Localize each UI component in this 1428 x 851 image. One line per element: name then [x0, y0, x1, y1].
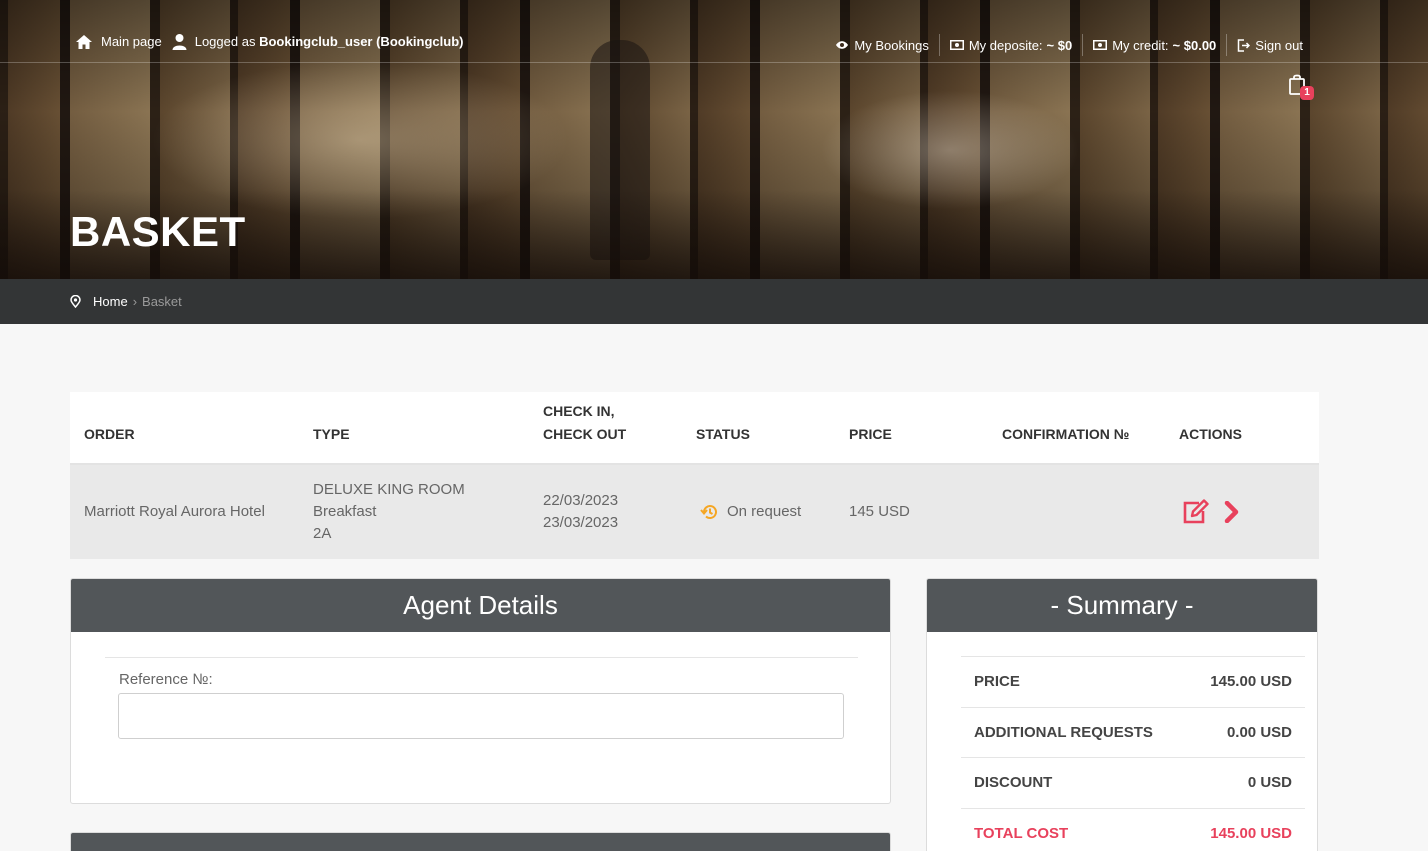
summary-label: DISCOUNT	[974, 774, 1053, 791]
user-icon	[172, 34, 187, 50]
breadcrumb: Home › Basket	[0, 279, 1428, 324]
next-panel	[70, 832, 891, 851]
cell-checkin: 22/03/2023	[543, 492, 619, 509]
basket-table: ORDER TYPE CHECK IN, CHECK OUT STATUS PR…	[70, 392, 1319, 559]
cell-price: 145 USD	[849, 503, 910, 520]
money-icon	[949, 40, 964, 50]
header-type: TYPE	[313, 426, 350, 442]
sign-out-icon	[1238, 38, 1251, 52]
money-icon	[1093, 40, 1108, 50]
cell-status: On request	[700, 465, 801, 559]
header-actions: ACTIONS	[1179, 426, 1242, 442]
page-title: BASKET	[70, 208, 246, 255]
topnav-divider	[0, 62, 1428, 63]
header-checkin-line2: CHECK OUT	[543, 426, 627, 442]
header-checkin: CHECK IN, CHECK OUT	[543, 392, 626, 463]
cart-count-badge: 1	[1300, 86, 1314, 100]
my-deposite-label: My deposite:	[968, 37, 1043, 53]
summary-value: 0.00 USD	[1226, 724, 1292, 741]
summary-label: TOTAL COST	[974, 825, 1069, 842]
topnav-right: My Bookings My deposite: ~ $0 My credit: ~…	[825, 34, 1313, 56]
cell-actions	[1182, 465, 1240, 559]
cell-order: Marriott Royal Aurora Hotel	[84, 503, 265, 520]
next-panel-header	[71, 833, 890, 851]
summary-label: ADDITIONAL REQUESTS	[974, 724, 1153, 741]
summary-row-discount: DISCOUNT 0 USD	[961, 757, 1305, 807]
logged-as: Logged as Bookingclub_user (Bookingclub)	[172, 33, 464, 50]
cell-type-board: Breakfast	[313, 503, 377, 520]
my-credit[interactable]: My credit: ~ $0.00	[1082, 34, 1226, 56]
summary-title: - Summary -	[927, 579, 1317, 632]
history-icon	[700, 505, 717, 520]
table-header: ORDER TYPE CHECK IN, CHECK OUT STATUS PR…	[70, 392, 1319, 465]
cell-dates: 22/03/2023 23/03/2023	[543, 465, 618, 559]
summary-row-price: PRICE 145.00 USD	[961, 656, 1305, 706]
logged-as-user: Bookingclub_user (Bookingclub)	[259, 34, 464, 49]
header-order: ORDER	[84, 426, 135, 442]
agent-details-panel: Agent Details Reference №:	[70, 578, 891, 804]
summary-value: 145.00 USD	[1210, 825, 1292, 842]
reference-input[interactable]	[118, 693, 844, 739]
chevron-right-icon[interactable]	[1224, 501, 1240, 523]
my-bookings-link[interactable]: My Bookings	[825, 34, 938, 56]
header-price: PRICE	[849, 426, 892, 442]
edit-icon[interactable]	[1182, 499, 1210, 525]
cell-type-room: DELUXE KING ROOM	[313, 481, 465, 498]
agent-details-title: Agent Details	[71, 579, 890, 632]
sign-out-link[interactable]: Sign out	[1226, 34, 1313, 56]
cell-checkout: 23/03/2023	[543, 514, 619, 531]
summary-label: PRICE	[974, 673, 1020, 690]
map-pin-icon	[70, 295, 81, 308]
main-page-label: Main page	[101, 34, 162, 49]
summary-value: 145.00 USD	[1210, 673, 1292, 690]
topnav-left: Main page Logged as Bookingclub_user (Bo…	[75, 33, 473, 50]
my-deposite-value: ~ $0	[1046, 37, 1073, 53]
status-text: On request	[727, 503, 802, 520]
breadcrumb-separator: ›	[132, 294, 138, 309]
header-checkin-line1: CHECK IN,	[543, 403, 615, 419]
reference-label: Reference №:	[119, 671, 213, 688]
summary-row-additional-requests: ADDITIONAL REQUESTS 0.00 USD	[961, 707, 1305, 757]
my-credit-value: ~ $0.00	[1172, 37, 1217, 53]
cart-button[interactable]: 1	[1288, 74, 1318, 102]
main-page-link[interactable]: Main page	[75, 34, 162, 50]
my-deposite[interactable]: My deposite: ~ $0	[938, 34, 1082, 56]
summary-panel: - Summary - PRICE 145.00 USD ADDITIONAL …	[926, 578, 1318, 851]
breadcrumb-current: Basket	[142, 294, 182, 309]
sign-out-label: Sign out	[1255, 37, 1303, 53]
header-status: STATUS	[696, 426, 750, 442]
header-confirmation: CONFIRMATION №	[1002, 426, 1130, 442]
cell-type: DELUXE KING ROOM Breakfast 2A	[313, 465, 465, 559]
home-icon	[76, 34, 92, 49]
divider	[105, 657, 858, 658]
cell-type-guests: 2A	[313, 525, 332, 542]
logged-as-prefix: Logged as	[194, 34, 256, 49]
table-row: Marriott Royal Aurora Hotel DELUXE KING …	[70, 465, 1319, 559]
summary-row-total-cost: TOTAL COST 145.00 USD	[961, 808, 1305, 851]
eye-icon	[836, 41, 849, 49]
my-bookings-label: My Bookings	[854, 37, 929, 53]
my-credit-label: My credit:	[1112, 37, 1169, 53]
summary-value: 0 USD	[1247, 774, 1292, 791]
breadcrumb-home-link[interactable]: Home	[93, 294, 128, 309]
